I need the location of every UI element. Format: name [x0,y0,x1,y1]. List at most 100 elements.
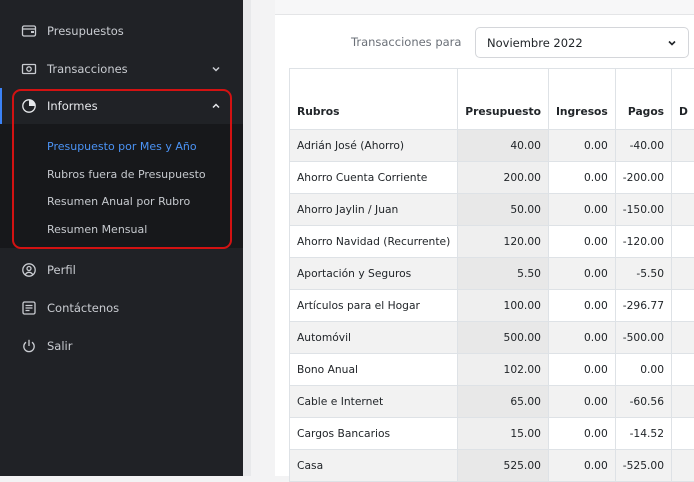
sidebar: Presupuestos Transacciones Informes Pres… [0,0,243,476]
cell-truncated [672,290,694,322]
submenu-item-presupuesto-mes-ano[interactable]: Presupuesto por Mes y Año [47,140,197,153]
cell-presupuesto: 120.00 [458,226,549,258]
table-header-row: Rubros Presupuesto Ingresos Pagos D [290,69,694,130]
cell-presupuesto: 525.00 [458,450,549,482]
cell-rubro: Automóvil [290,322,458,354]
column-header-pagos[interactable]: Pagos [615,69,671,130]
table-row: Ahorro Jaylin / Juan50.000.00-150.00 [290,194,694,226]
cell-ingresos: 0.00 [548,130,615,162]
cell-pagos: -296.77 [615,290,671,322]
cell-rubro: Ahorro Navidad (Recurrente) [290,226,458,258]
cell-ingresos: 0.00 [548,162,615,194]
sidebar-item-label: Presupuestos [47,24,124,38]
cell-ingresos: 0.00 [548,450,615,482]
cell-presupuesto: 500.00 [458,322,549,354]
cell-pagos: -40.00 [615,130,671,162]
cell-pagos: -500.00 [615,322,671,354]
sidebar-item-transacciones[interactable]: Transacciones [0,50,243,88]
filter-label: Transacciones para [351,35,461,49]
sidebar-item-label: Perfil [47,263,76,277]
table-row: Ahorro Navidad (Recurrente)120.000.00-12… [290,226,694,258]
cell-ingresos: 0.00 [548,418,615,450]
submenu-item-resumen-mensual[interactable]: Resumen Mensual [47,223,147,236]
cell-presupuesto: 102.00 [458,354,549,386]
cell-presupuesto: 65.00 [458,386,549,418]
cell-truncated [672,450,694,482]
sidebar-item-label: Transacciones [47,62,128,76]
cell-presupuesto: 200.00 [458,162,549,194]
cell-pagos: -14.52 [615,418,671,450]
cell-pagos: -120.00 [615,226,671,258]
table-row: Casa525.000.00-525.00 [290,450,694,482]
cell-pagos: -150.00 [615,194,671,226]
cell-rubro: Cargos Bancarios [290,418,458,450]
column-header-truncated[interactable]: D [672,69,694,130]
sidebar-divider [243,0,251,476]
cell-rubro: Bono Anual [290,354,458,386]
cell-pagos: -525.00 [615,450,671,482]
cell-truncated [672,162,694,194]
month-select-value: Noviembre 2022 [487,36,583,50]
sidebar-item-label: Contáctenos [47,301,119,315]
submenu-item-resumen-anual[interactable]: Resumen Anual por Rubro [47,195,190,208]
column-header-rubros[interactable]: Rubros [290,69,458,130]
chevron-up-icon[interactable] [210,100,222,112]
user-circle-icon [21,262,37,278]
cell-rubro: Adrián José (Ahorro) [290,130,458,162]
cell-truncated [672,226,694,258]
pie-chart-icon [21,98,37,114]
cell-ingresos: 0.00 [548,322,615,354]
cell-ingresos: 0.00 [548,290,615,322]
cell-presupuesto: 50.00 [458,194,549,226]
money-icon [21,61,37,77]
table-row: Cargos Bancarios15.000.00-14.52 [290,418,694,450]
cell-rubro: Ahorro Jaylin / Juan [290,194,458,226]
table-row: Artículos para el Hogar100.000.00-296.77 [290,290,694,322]
cell-ingresos: 0.00 [548,386,615,418]
power-icon [21,338,37,354]
month-select[interactable]: Noviembre 2022 [475,27,689,58]
sidebar-item-label: Salir [47,339,72,353]
cell-pagos: -5.50 [615,258,671,290]
cell-truncated [672,258,694,290]
cell-rubro: Casa [290,450,458,482]
cell-presupuesto: 15.00 [458,418,549,450]
sidebar-item-perfil[interactable]: Perfil [0,251,243,289]
table-row: Automóvil500.000.00-500.00 [290,322,694,354]
cell-presupuesto: 5.50 [458,258,549,290]
table-row: Cable e Internet65.000.00-60.56 [290,386,694,418]
wallet-icon [21,23,37,39]
chevron-down-icon [666,37,678,49]
cell-rubro: Ahorro Cuenta Corriente [290,162,458,194]
cell-truncated [672,130,694,162]
table-row: Ahorro Cuenta Corriente200.000.00-200.00 [290,162,694,194]
cell-presupuesto: 40.00 [458,130,549,162]
sidebar-item-presupuestos[interactable]: Presupuestos [0,12,243,50]
cell-ingresos: 0.00 [548,226,615,258]
sidebar-item-contactenos[interactable]: Contáctenos [0,289,243,327]
column-header-presupuesto[interactable]: Presupuesto [458,69,549,130]
page-gutter [251,0,275,476]
informes-submenu: Presupuesto por Mes y Año Rubros fuera d… [0,124,243,248]
column-header-ingresos[interactable]: Ingresos [548,69,615,130]
cell-truncated [672,322,694,354]
chevron-down-icon[interactable] [210,63,222,75]
budget-table: Rubros Presupuesto Ingresos Pagos D Adri… [289,68,694,482]
cell-rubro: Cable e Internet [290,386,458,418]
submenu-item-rubros-fuera[interactable]: Rubros fuera de Presupuesto [47,168,206,181]
cell-presupuesto: 100.00 [458,290,549,322]
cell-ingresos: 0.00 [548,258,615,290]
table-body: Adrián José (Ahorro)40.000.00-40.00Ahorr… [290,130,694,482]
cell-truncated [672,354,694,386]
table-row: Adrián José (Ahorro)40.000.00-40.00 [290,130,694,162]
contact-form-icon [21,300,37,316]
cell-pagos: -200.00 [615,162,671,194]
cell-truncated [672,418,694,450]
cell-pagos: 0.00 [615,354,671,386]
sidebar-item-informes[interactable]: Informes [0,87,243,125]
cell-truncated [672,194,694,226]
cell-rubro: Artículos para el Hogar [290,290,458,322]
table-row: Aportación y Seguros5.500.00-5.50 [290,258,694,290]
sidebar-item-salir[interactable]: Salir [0,327,243,365]
sidebar-item-label: Informes [47,99,98,113]
